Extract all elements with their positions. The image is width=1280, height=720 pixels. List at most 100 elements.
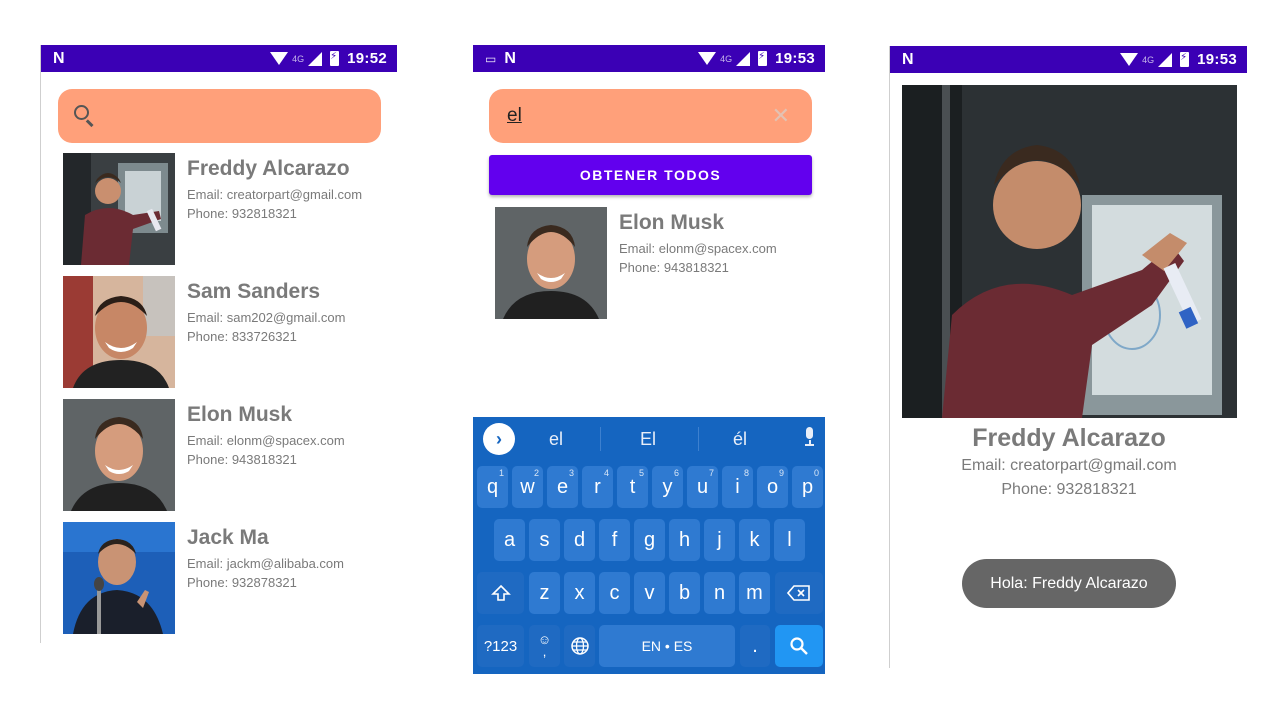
contact-email: Email: sam202@gmail.com (187, 310, 346, 325)
clock: 19:53 (775, 50, 815, 67)
screen-contact-detail: N 4G 19:53 Freddy Alcarazo Emai (889, 46, 1247, 668)
contact-name: Freddy Alcarazo (187, 157, 350, 180)
list-item[interactable]: Elon Musk Email: elonm@spacex.com Phone:… (495, 207, 815, 319)
key[interactable]: r4 (582, 466, 613, 508)
network-type: 4G (1142, 54, 1155, 65)
search-query: el (507, 105, 522, 126)
detail-phone: Phone: 932818321 (1001, 481, 1137, 498)
get-all-button[interactable]: OBTENER TODOS (489, 155, 812, 195)
contact-phone: Phone: 833726321 (187, 329, 297, 344)
key[interactable]: f (599, 519, 630, 561)
backspace-key[interactable] (775, 572, 823, 614)
key[interactable]: i8 (722, 466, 753, 508)
status-bar: ▭ N 4G 19:53 (473, 45, 825, 72)
suggestion[interactable]: el (549, 429, 563, 450)
microphone-icon[interactable] (803, 427, 815, 446)
contact-photo (63, 153, 175, 265)
key[interactable]: b (669, 572, 700, 614)
contact-photo (63, 522, 175, 634)
keyboard-icon: ▭ (485, 51, 497, 66)
contact-name: Sam Sanders (187, 280, 321, 303)
network-type: 4G (292, 53, 305, 64)
contact-phone: Phone: 943818321 (187, 452, 297, 467)
key[interactable]: g (634, 519, 665, 561)
contact-name: Elon Musk (187, 403, 293, 426)
cell-signal-icon (308, 51, 323, 66)
key[interactable]: q1 (477, 466, 508, 508)
battery-icon (1180, 52, 1190, 67)
search-key[interactable] (775, 625, 823, 667)
key[interactable]: y6 (652, 466, 683, 508)
contact-photo (495, 207, 607, 319)
battery-icon (330, 51, 340, 66)
notification-n-icon: N (902, 50, 914, 68)
key[interactable]: u7 (687, 466, 718, 508)
contact-phone: Phone: 932818321 (187, 206, 297, 221)
key[interactable]: e3 (547, 466, 578, 508)
status-bar: N 4G 19:52 (41, 45, 397, 72)
wifi-icon (1120, 53, 1139, 66)
key[interactable]: s (529, 519, 560, 561)
key[interactable]: o9 (757, 466, 788, 508)
status-bar: N 4G 19:53 (890, 46, 1247, 73)
contact-phone: Phone: 932878321 (187, 575, 297, 590)
list-item[interactable]: Sam Sanders Email: sam202@gmail.com Phon… (63, 276, 383, 388)
language-key[interactable] (564, 625, 595, 667)
soft-keyboard: › el El él q1 w2 e3 r4 t5 y6 u7 i8 o 9 p… (473, 417, 825, 674)
contact-email: Email: elonm@spacex.com (187, 433, 345, 448)
search-input[interactable] (58, 89, 381, 143)
key[interactable]: n (704, 572, 735, 614)
search-input[interactable]: el ✕ (489, 89, 812, 143)
key[interactable]: p0 (792, 466, 823, 508)
symbols-key[interactable]: ?123 (477, 625, 524, 667)
contact-phone: Phone: 943818321 (619, 260, 729, 275)
list-item[interactable]: Elon Musk Email: elonm@spacex.com Phone:… (63, 399, 383, 511)
contact-detail-photo (902, 85, 1237, 418)
detail-email: Email: creatorpart@gmail.com (961, 457, 1177, 474)
contact-photo (63, 276, 175, 388)
suggestion[interactable]: El (640, 429, 656, 450)
key[interactable]: a (494, 519, 525, 561)
key[interactable]: c (599, 572, 630, 614)
clear-icon[interactable]: ✕ (772, 103, 790, 129)
list-item[interactable]: Jack Ma Email: jackm@alibaba.com Phone: … (63, 522, 383, 634)
chevron-right-icon[interactable]: › (483, 423, 515, 455)
key[interactable]: k (739, 519, 770, 561)
search-icon (74, 105, 96, 127)
notification-n-icon: N (53, 49, 65, 67)
key[interactable]: w2 (512, 466, 543, 508)
globe-icon (570, 637, 589, 655)
cell-signal-icon (736, 51, 751, 66)
contact-name: Elon Musk (619, 211, 725, 234)
list-item[interactable]: Freddy Alcarazo Email: creatorpart@gmail… (63, 153, 383, 265)
contact-email: Email: jackm@alibaba.com (187, 556, 344, 571)
key[interactable]: j (704, 519, 735, 561)
key[interactable]: v (634, 572, 665, 614)
suggestion[interactable]: él (733, 429, 747, 450)
shift-icon (490, 584, 511, 601)
signal-indicators: 4G (1120, 52, 1173, 67)
battery-icon (758, 51, 768, 66)
space-key[interactable]: EN • ES (599, 625, 735, 667)
key[interactable]: l (774, 519, 805, 561)
detail-name: Freddy Alcarazo (972, 424, 1166, 452)
signal-indicators: 4G (270, 51, 323, 66)
key[interactable]: x (564, 572, 595, 614)
key[interactable]: d (564, 519, 595, 561)
key[interactable]: h (669, 519, 700, 561)
emoji-comma-key[interactable]: ☺, (529, 625, 560, 667)
signal-indicators: 4G (698, 51, 751, 66)
key[interactable]: m (739, 572, 770, 614)
notification-n-icon: N (504, 49, 516, 67)
contact-name: Jack Ma (187, 526, 269, 549)
clock: 19:53 (1197, 51, 1237, 68)
contact-photo (63, 399, 175, 511)
app-screens: N 4G 19:52 (0, 0, 1280, 720)
shift-key[interactable] (477, 572, 524, 614)
key[interactable]: z (529, 572, 560, 614)
key[interactable]: t5 (617, 466, 648, 508)
contact-email: Email: elonm@spacex.com (619, 241, 777, 256)
backspace-icon (787, 585, 810, 601)
period-key[interactable]: . (740, 625, 770, 667)
wifi-icon (270, 52, 289, 65)
